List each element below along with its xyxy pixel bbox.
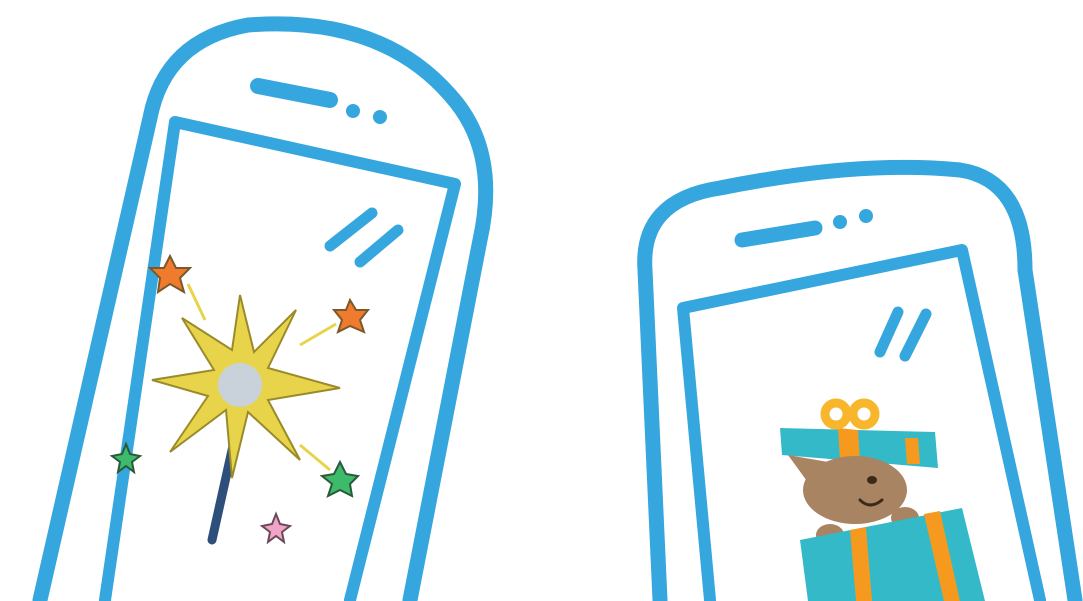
spark-trail <box>186 283 207 321</box>
phone-left-speaker <box>250 78 338 108</box>
animal-eye <box>867 476 877 484</box>
star-pink-icon <box>259 511 293 545</box>
spark-trail <box>299 322 337 347</box>
phone-right <box>637 159 1083 601</box>
scene-illustration <box>32 16 1083 601</box>
star-orange-icon <box>331 297 371 334</box>
phone-right-speaker <box>734 220 823 248</box>
phone-left-glare <box>324 207 404 268</box>
phone-right-camera-dot <box>833 215 847 229</box>
gift-lid-ribbon <box>905 438 920 464</box>
phone-left-camera-dot <box>346 104 360 118</box>
phone-right-glare <box>874 306 932 362</box>
phone-left <box>32 16 494 601</box>
phone-right-sensor-dot <box>859 209 873 223</box>
gift-bow <box>848 398 880 430</box>
gift-bow <box>820 398 852 430</box>
sparkle-core <box>218 363 262 407</box>
gift-box-animal-icon <box>780 398 985 601</box>
gift-box <box>800 508 985 601</box>
phone-left-sensor-dot <box>373 110 387 124</box>
spark-trail <box>299 443 331 472</box>
